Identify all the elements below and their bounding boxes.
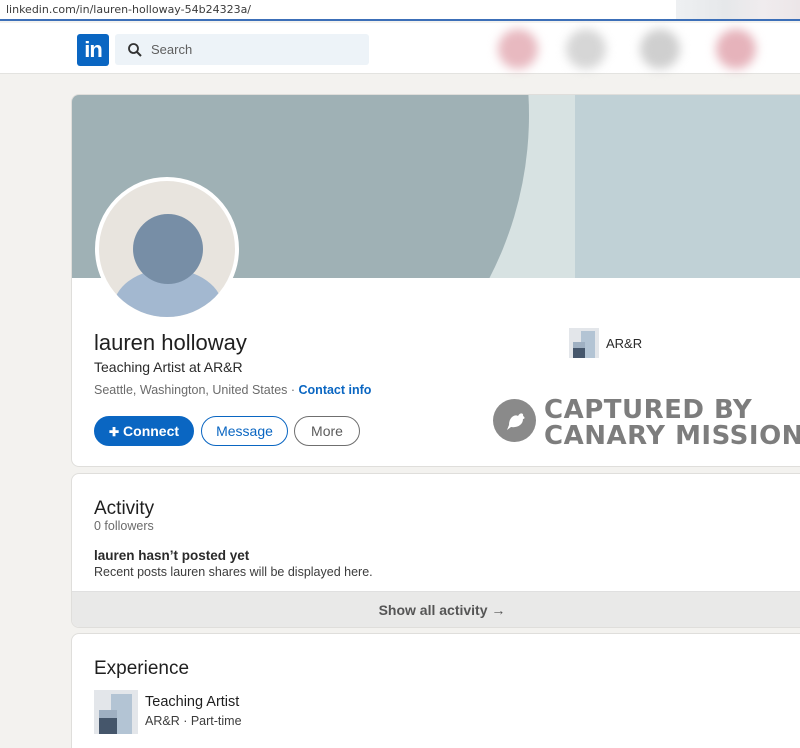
company-logo-icon	[569, 328, 599, 358]
nav-network-icon[interactable]	[566, 29, 606, 69]
followers-count[interactable]: 0 followers	[94, 519, 154, 533]
more-button[interactable]: More	[294, 416, 360, 446]
message-button[interactable]: Message	[201, 416, 288, 446]
top-navbar: in Search	[0, 23, 800, 74]
watermark-line2: CANARY MISSION	[544, 421, 800, 451]
avatar[interactable]	[95, 177, 239, 321]
browser-address-bar[interactable]: linkedin.com/in/lauren-holloway-54b24323…	[0, 0, 800, 21]
company-name: AR&R	[606, 336, 643, 351]
profile-location: Seattle, Washington, United States · Con…	[94, 383, 372, 397]
experience-card: Experience Teaching Artist AR&R · Part-t…	[71, 633, 800, 748]
experience-title: Experience	[94, 658, 190, 679]
bird-icon	[493, 399, 536, 442]
contact-info-link[interactable]: Contact info	[299, 383, 372, 397]
connect-button[interactable]: ✚ Connect	[94, 416, 194, 446]
profile-headline: Teaching Artist at AR&R	[94, 359, 243, 375]
empty-activity-desc: Recent posts lauren shares will be displ…	[94, 565, 373, 579]
search-icon	[128, 43, 142, 57]
url-text[interactable]: linkedin.com/in/lauren-holloway-54b24323…	[6, 3, 251, 16]
activity-title: Activity	[94, 498, 155, 519]
add-person-icon: ✚	[108, 425, 120, 439]
profile-card: lauren holloway Teaching Artist at AR&R …	[71, 94, 800, 467]
watermark: CAPTURED BY CANARY MISSION	[493, 395, 800, 451]
company-logo-icon[interactable]	[94, 690, 138, 734]
search-input[interactable]: Search	[115, 34, 369, 65]
experience-role[interactable]: Teaching Artist	[145, 694, 239, 710]
browser-toolbar-blurred	[676, 0, 800, 19]
show-all-activity-button[interactable]: Show all activity →	[72, 591, 800, 627]
linkedin-logo-icon[interactable]: in	[77, 34, 109, 66]
nav-home-icon[interactable]	[498, 29, 538, 69]
nav-jobs-icon[interactable]	[640, 29, 680, 69]
activity-card: Activity 0 followers lauren hasn’t poste…	[71, 473, 800, 628]
nav-messaging-icon[interactable]	[716, 29, 756, 69]
profile-name: lauren holloway	[94, 330, 247, 355]
experience-company: AR&R · Part-time	[145, 714, 242, 728]
empty-activity-title: lauren hasn’t posted yet	[94, 548, 250, 563]
search-placeholder: Search	[151, 42, 193, 57]
